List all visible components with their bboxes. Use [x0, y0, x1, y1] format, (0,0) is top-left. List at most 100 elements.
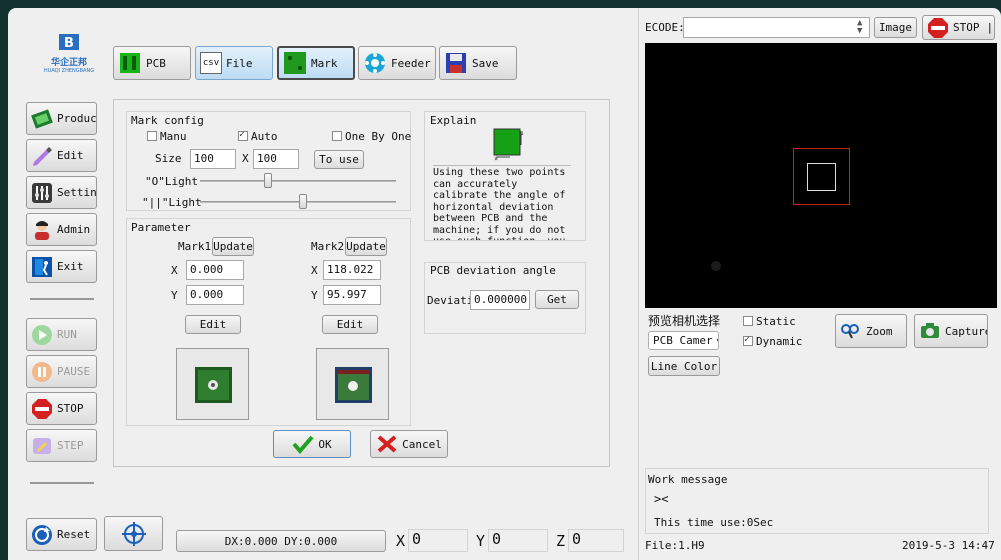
one-by-one-checkbox-box: [332, 131, 342, 141]
ecode-input[interactable]: [683, 17, 870, 38]
stop-button[interactable]: STOP: [26, 392, 97, 425]
feeder-tab-button[interactable]: Feeder: [358, 46, 436, 80]
to-use-button[interactable]: To use: [314, 150, 364, 169]
admin-label: Admin: [57, 223, 91, 236]
capture-label: Capture: [945, 324, 988, 338]
size-label: Size: [155, 152, 182, 165]
y-coord-field: 0: [488, 529, 548, 552]
x-coord-label: X: [396, 532, 406, 550]
cancel-x-icon: [377, 435, 397, 453]
light-o-slider-thumb[interactable]: [264, 173, 272, 188]
locate-crosshair-button[interactable]: [104, 516, 163, 551]
admin-user-icon: [35, 220, 49, 240]
mark1-x-input[interactable]: 0.000: [186, 260, 244, 280]
y-coord-label: Y: [476, 532, 486, 550]
run-button[interactable]: RUN: [26, 318, 97, 351]
stop-label: STOP: [57, 402, 84, 415]
right-panel-divider: [638, 8, 639, 560]
camera-stop-button[interactable]: STOP ||: [922, 15, 995, 40]
explain-title: Explain: [430, 114, 477, 127]
dynamic-checkbox[interactable]: Dynamic: [743, 334, 802, 348]
manu-checkbox-box: [147, 131, 157, 141]
mark2-x-input[interactable]: 118.022: [323, 260, 381, 280]
pcb-tab-label: PCB: [146, 56, 166, 70]
light-bar-slider-thumb[interactable]: [299, 194, 308, 209]
brand-logo-icon: B: [59, 34, 79, 51]
brand-logo: B 华企正邦 HUAQI ZHENGBANG: [38, 32, 100, 76]
brand-sub: HUAQI ZHENGBANG: [43, 68, 95, 74]
ok-button[interactable]: OK: [273, 430, 351, 458]
deviation-get-button[interactable]: Get: [535, 290, 579, 309]
parameter-title: Parameter: [131, 221, 191, 234]
size-width-input[interactable]: 100: [190, 149, 236, 169]
camera-view[interactable]: [645, 43, 997, 308]
mark1-edit-button[interactable]: Edit: [185, 315, 241, 334]
exit-button[interactable]: Exit: [26, 250, 97, 283]
edit-pencil-icon: [33, 146, 52, 166]
save-tab-label: Save: [472, 56, 499, 70]
crosshair-icon: [121, 521, 146, 546]
file-tab-button[interactable]: csv File: [195, 46, 273, 80]
mark2-update-button[interactable]: Update: [345, 237, 387, 256]
light-o-slider-track[interactable]: [200, 180, 396, 182]
camera-select-value: PCB Camer: [653, 334, 713, 347]
x-coord-field: 0: [408, 529, 468, 552]
pcb-tab-button[interactable]: PCB: [113, 46, 191, 80]
camera-stop-label: STOP: [953, 21, 980, 34]
manu-checkbox[interactable]: Manu: [147, 130, 187, 143]
mark1-update-button[interactable]: Update: [212, 237, 254, 256]
mark2-label: Mark2: [311, 240, 345, 253]
mark-tab-label: Mark: [311, 56, 338, 70]
pause-icon: [32, 361, 52, 382]
camera-roi-inner: [807, 163, 836, 191]
step-icon: [33, 437, 51, 454]
mark1-y-input[interactable]: 0.000: [186, 285, 244, 305]
pcb-icon: [120, 53, 140, 73]
cancel-button[interactable]: Cancel: [370, 430, 448, 458]
svg-text:×: ×: [494, 155, 498, 161]
auto-checkbox[interactable]: Auto: [238, 129, 278, 143]
admin-button[interactable]: Admin: [26, 213, 97, 246]
camera-select-dropdown[interactable]: PCB Camer ▼: [648, 331, 719, 350]
ecode-label: ECODE:: [645, 21, 685, 34]
size-height-input[interactable]: 100: [253, 149, 299, 169]
work-message-close-icon[interactable]: ><: [654, 492, 668, 506]
deviation-value-input[interactable]: 0.000000: [470, 290, 530, 310]
mark1-fiducial-image: [195, 367, 232, 403]
mark2-y-label: Y: [311, 289, 318, 302]
step-button[interactable]: STEP: [26, 429, 97, 462]
capture-button[interactable]: Capture: [914, 314, 988, 348]
static-checkbox[interactable]: Static: [743, 315, 796, 328]
edit-button[interactable]: Edit: [26, 139, 97, 172]
mark2-image-frame[interactable]: [316, 348, 389, 420]
product-button[interactable]: Product: [26, 102, 97, 135]
reset-icon: [32, 524, 52, 545]
camera-stop-sign-icon: [928, 17, 948, 38]
image-button[interactable]: Image: [874, 17, 917, 38]
zoom-button[interactable]: Zoom: [835, 314, 907, 348]
line-color-button[interactable]: Line Color: [648, 356, 720, 376]
reset-button[interactable]: Reset: [26, 518, 97, 551]
dxdy-readout: DX:0.000 DY:0.000: [176, 530, 386, 552]
ecode-spin-icon[interactable]: ▲ ▼: [857, 19, 862, 36]
save-tab-button[interactable]: Save: [439, 46, 517, 80]
setting-button[interactable]: Setting: [26, 176, 97, 209]
exit-door-icon: [32, 256, 52, 277]
mark-tab-button[interactable]: Mark: [277, 46, 355, 80]
pause-label: PAUSE: [57, 365, 91, 378]
manu-label: Manu: [160, 130, 187, 143]
pause-bars-icon: ||: [986, 21, 995, 34]
pause-button[interactable]: PAUSE: [26, 355, 97, 388]
mark2-y-input[interactable]: 95.997: [323, 285, 381, 305]
setting-label: Setting: [57, 186, 97, 199]
svg-text:B: B: [64, 36, 74, 51]
setting-sliders-icon: [32, 182, 52, 203]
mark2-edit-button[interactable]: Edit: [322, 315, 378, 334]
one-by-one-checkbox[interactable]: One By One: [332, 130, 411, 143]
auto-checkbox-box: [238, 129, 248, 141]
z-coord-label: Z: [556, 532, 566, 550]
capture-camera-icon: [921, 323, 939, 338]
z-coord-value: 0: [572, 530, 582, 548]
light-bar-slider-track[interactable]: [200, 201, 396, 203]
mark1-image-frame[interactable]: [176, 348, 249, 420]
